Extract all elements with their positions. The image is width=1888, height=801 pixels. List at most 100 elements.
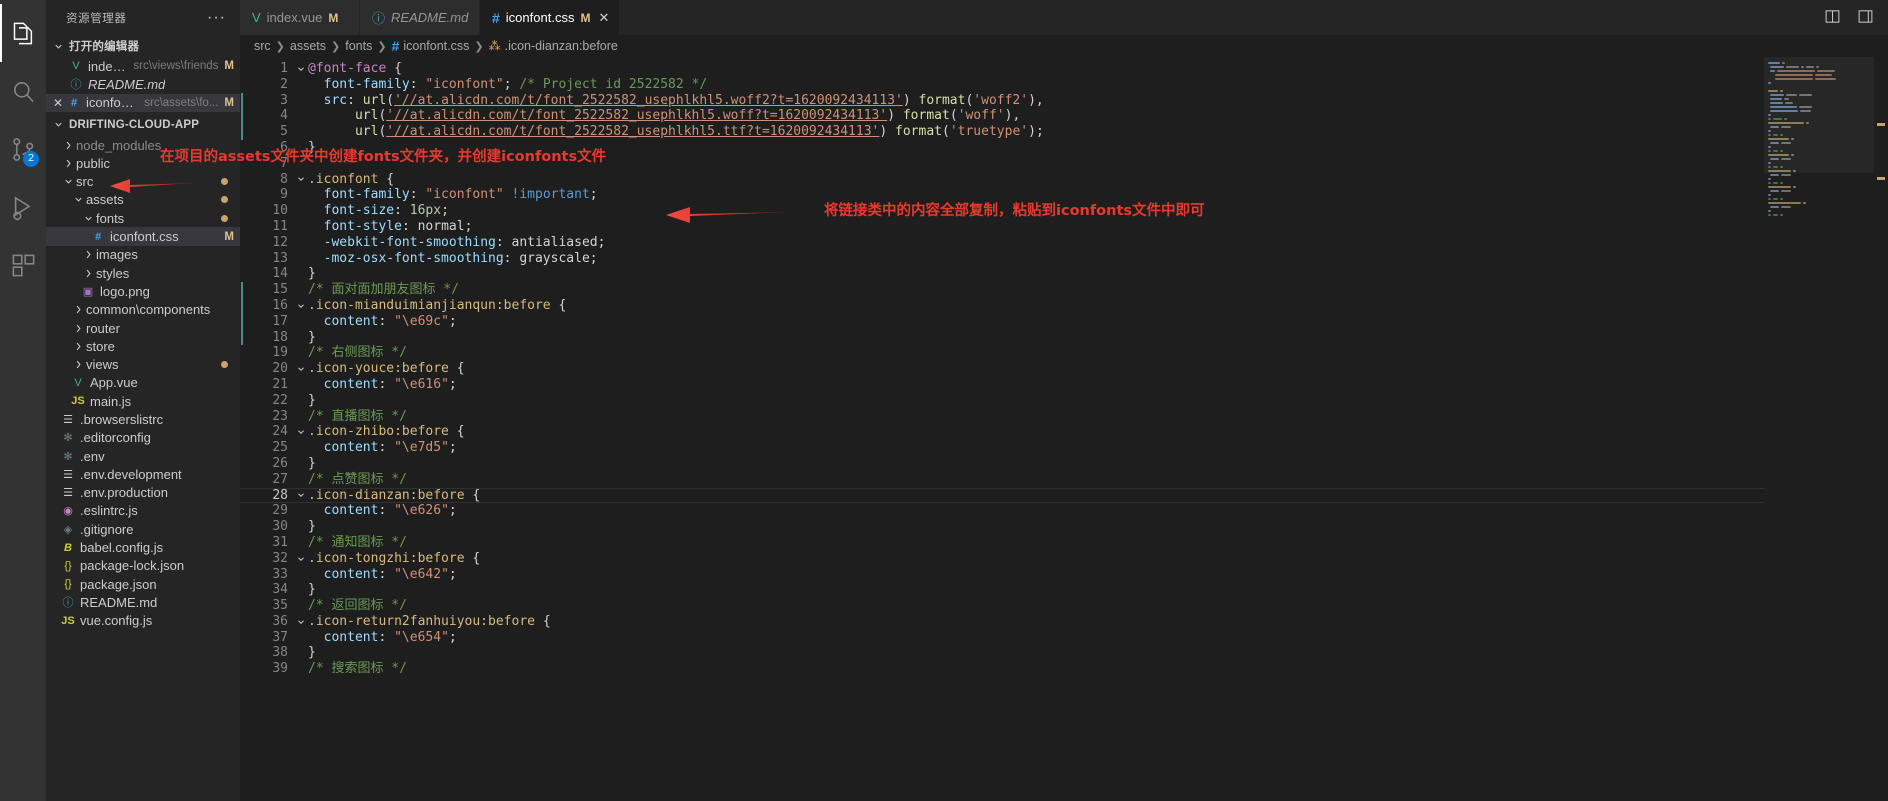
code-line[interactable]: /* 右侧图标 */ <box>308 345 1888 361</box>
code-line[interactable]: /* 搜索图标 */ <box>308 661 1888 677</box>
code-line[interactable]: .icon-youce:before { <box>308 361 1888 377</box>
tree-item-main-js[interactable]: JS main.js <box>46 392 240 410</box>
tree-item-vue-config-js[interactable]: JS vue.config.js <box>46 612 240 630</box>
fold-chevron-down-icon[interactable] <box>294 361 308 377</box>
code-line[interactable]: /* 直播图标 */ <box>308 409 1888 425</box>
fold-chevron-down-icon[interactable] <box>294 614 308 630</box>
code-line[interactable]: font-family: "iconfont" !important; <box>308 187 1888 203</box>
code-line[interactable]: content: "\e616"; <box>308 377 1888 393</box>
code-line[interactable]: src: url('//at.alicdn.com/t/font_2522582… <box>308 93 1888 109</box>
tab-index-vue[interactable]: V index.vue M <box>240 0 360 35</box>
fold-gutter[interactable] <box>241 57 308 801</box>
activity-search[interactable] <box>0 62 46 120</box>
tree-item-node_modules[interactable]: node_modules <box>46 136 240 154</box>
code-line[interactable]: /* 通知图标 */ <box>308 535 1888 551</box>
activity-source-control[interactable]: 2 <box>0 120 46 178</box>
breadcrumb-item-symbol[interactable]: ⁂ .icon-dianzan:before <box>489 39 618 53</box>
code-line[interactable] <box>308 156 1888 172</box>
code-line[interactable]: } <box>308 330 1888 346</box>
tree-item-package-lock-json[interactable]: {} package-lock.json <box>46 557 240 575</box>
fold-chevron-down-icon[interactable] <box>294 551 308 567</box>
code-line[interactable]: } <box>308 393 1888 409</box>
code-line[interactable]: .iconfont { <box>308 172 1888 188</box>
code-editor[interactable]: 1 2 3 4 5 6 7 8 9 10 11 12 13 14 15 16 17 18 19 20 21 22 23 24 2… <box>240 57 1888 801</box>
close-icon[interactable]: ✕ <box>598 10 609 26</box>
breadcrumb-item-fonts[interactable]: fonts <box>345 39 372 53</box>
code-line[interactable]: } <box>308 266 1888 282</box>
code-line[interactable]: content: "\e654"; <box>308 630 1888 646</box>
fold-chevron-down-icon[interactable] <box>294 172 308 188</box>
code-line[interactable]: .icon-tongzhi:before { <box>308 551 1888 567</box>
tree-item-store[interactable]: store <box>46 337 240 355</box>
minimap[interactable] <box>1764 57 1874 801</box>
code-line[interactable]: url('//at.alicdn.com/t/font_2522582_usep… <box>308 124 1888 140</box>
code-line[interactable]: .icon-dianzan:before { <box>240 487 1888 504</box>
code-line[interactable]: font-family: "iconfont"; /* Project id 2… <box>308 77 1888 93</box>
tree-item-fonts[interactable]: fonts <box>46 209 240 227</box>
code-line[interactable]: font-style: normal; <box>308 219 1888 235</box>
code-line[interactable]: .icon-zhibo:before { <box>308 424 1888 440</box>
open-editor-item[interactable]: V index.vue src\views\friends M <box>46 57 240 75</box>
code-line[interactable]: /* 面对面加朋友图标 */ <box>308 282 1888 298</box>
code-line[interactable]: content: "\e69c"; <box>308 314 1888 330</box>
code-line[interactable]: content: "\e626"; <box>308 503 1888 519</box>
close-icon[interactable]: ✕ <box>50 96 66 110</box>
tree-item-images[interactable]: images <box>46 246 240 264</box>
tree-item--browserslistrc[interactable]: ☰ .browserslistrc <box>46 410 240 428</box>
tree-item-iconfont-css[interactable]: # iconfont.css M <box>46 227 240 246</box>
tree-item-assets[interactable]: assets <box>46 191 240 209</box>
fold-chevron-down-icon[interactable] <box>294 488 308 504</box>
activity-extensions[interactable] <box>0 236 46 294</box>
code-line[interactable]: } <box>308 456 1888 472</box>
code-line[interactable]: /* 点赞图标 */ <box>308 472 1888 488</box>
code-line[interactable]: } <box>308 645 1888 661</box>
tree-item-babel-config-js[interactable]: Bbabel.config.js <box>46 538 240 556</box>
code-line[interactable]: content: "\e7d5"; <box>308 440 1888 456</box>
tree-item--env-production[interactable]: ☰ .env.production <box>46 484 240 502</box>
project-section-header[interactable]: DRIFTING-CLOUD-APP <box>46 114 240 136</box>
code-line[interactable]: content: "\e642"; <box>308 567 1888 583</box>
fold-chevron-down-icon[interactable] <box>294 61 308 77</box>
breadcrumb-item-assets[interactable]: assets <box>290 39 326 53</box>
breadcrumb-item-src[interactable]: src <box>254 39 271 53</box>
tree-item-public[interactable]: public <box>46 154 240 172</box>
activity-explorer[interactable] <box>0 4 46 62</box>
tree-item-common-components[interactable]: common\components <box>46 301 240 319</box>
fold-chevron-down-icon[interactable] <box>294 424 308 440</box>
tree-item--gitignore[interactable]: ◈ .gitignore <box>46 520 240 538</box>
split-editor-icon[interactable] <box>1824 8 1841 30</box>
tree-item--eslintrc-js[interactable]: ◉ .eslintrc.js <box>46 502 240 520</box>
code-line[interactable]: .icon-return2fanhuiyou:before { <box>308 614 1888 630</box>
tree-item-views[interactable]: views <box>46 355 240 373</box>
code-line[interactable]: } <box>308 519 1888 535</box>
activity-run-debug[interactable] <box>0 178 46 236</box>
tree-item-readme-md[interactable]: ⓘ README.md <box>46 593 240 611</box>
tree-item-package-json[interactable]: {} package.json <box>46 575 240 593</box>
breadcrumb-item-iconfont-css[interactable]: # iconfont.css <box>392 38 470 54</box>
toggle-panel-icon[interactable] <box>1857 8 1874 30</box>
code-content[interactable]: @font-face { font-family: "iconfont"; /*… <box>240 57 1888 801</box>
tree-item-router[interactable]: router <box>46 319 240 337</box>
tree-item-styles[interactable]: styles <box>46 264 240 282</box>
code-line[interactable]: .icon-mianduimianjianqun:before { <box>308 298 1888 314</box>
fold-chevron-down-icon[interactable] <box>294 298 308 314</box>
code-line[interactable]: url('//at.alicdn.com/t/font_2522582_usep… <box>308 108 1888 124</box>
code-line[interactable]: /* 返回图标 */ <box>308 598 1888 614</box>
code-line[interactable]: font-size: 16px; <box>308 203 1888 219</box>
editor-scrollbar[interactable] <box>1874 57 1888 801</box>
sidebar-more-actions-icon[interactable]: ··· <box>207 9 232 27</box>
tree-item--editorconfig[interactable]: ✻ .editorconfig <box>46 429 240 447</box>
tree-item-logo-png[interactable]: ▣ logo.png <box>46 282 240 300</box>
tab-iconfont-css[interactable]: # iconfont.css M ✕ <box>480 0 621 35</box>
code-line[interactable]: @font-face { <box>308 61 1888 77</box>
tree-item--env-development[interactable]: ☰ .env.development <box>46 465 240 483</box>
open-editors-section-header[interactable]: 打开的编辑器 <box>46 35 240 57</box>
tab-readme-md[interactable]: ⓘ README.md <box>360 0 480 35</box>
tree-item-src[interactable]: src <box>46 172 240 190</box>
code-line[interactable]: -webkit-font-smoothing: antialiased; <box>308 235 1888 251</box>
open-editor-item[interactable]: ⓘ README.md <box>46 75 240 93</box>
tree-item-app-vue[interactable]: V App.vue <box>46 374 240 392</box>
open-editor-item-iconfont[interactable]: ✕ # iconfont.css src\assets\fo... M <box>46 93 240 112</box>
code-line[interactable]: } <box>308 582 1888 598</box>
minimap-slider[interactable] <box>1764 57 1874 173</box>
